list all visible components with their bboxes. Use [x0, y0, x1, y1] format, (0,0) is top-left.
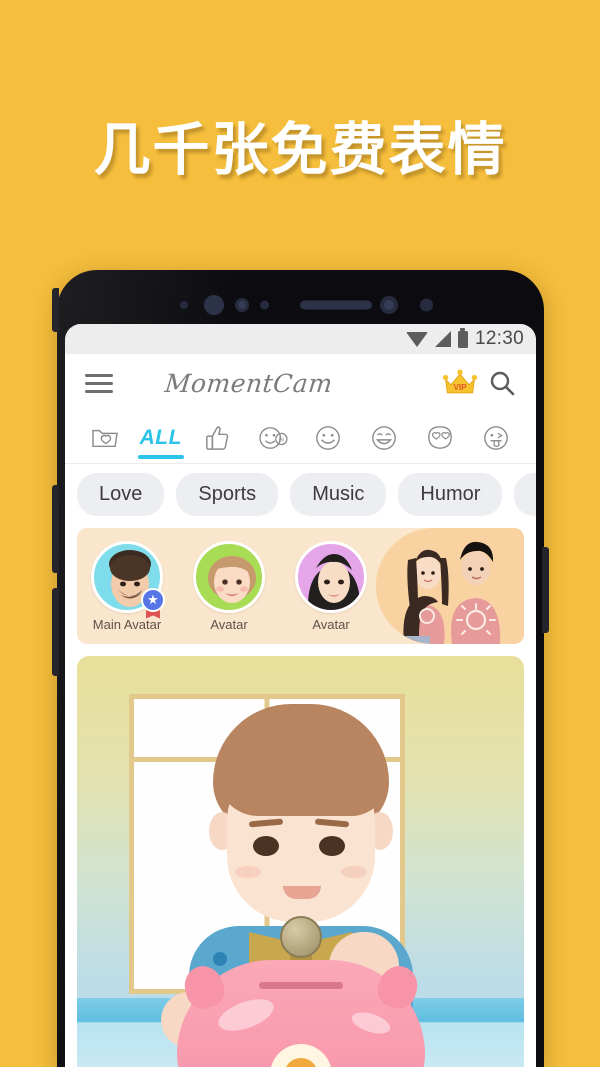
- avatar-label: Avatar: [210, 616, 248, 632]
- eye-left: [252, 836, 279, 856]
- blush-left: [234, 866, 261, 878]
- piggy-bank: [176, 960, 425, 1067]
- piggy-medallion: [269, 1044, 332, 1067]
- thumbs-up-icon: [205, 425, 228, 450]
- eye-right: [318, 836, 345, 856]
- avatar-face: [196, 544, 262, 610]
- volume-up-button[interactable]: [52, 485, 59, 573]
- avatar-third[interactable]: Avatar: [291, 540, 371, 632]
- star-badge-icon: ★: [141, 587, 165, 612]
- avatar-main[interactable]: ★ Main Avatar: [87, 540, 167, 632]
- coin: [279, 916, 322, 958]
- sensor-dot: [180, 301, 188, 309]
- svg-text:Hi: Hi: [278, 437, 283, 443]
- vip-crown-icon[interactable]: VIP: [442, 369, 478, 397]
- tab-heart-eyes-face[interactable]: [412, 412, 468, 463]
- greeting-face-icon: Hi: [258, 426, 288, 449]
- app-header: MomentCam VIP: [65, 354, 536, 412]
- earpiece-speaker: [300, 300, 372, 310]
- search-icon[interactable]: [488, 369, 516, 397]
- laughing-face-icon: [372, 425, 397, 450]
- volume-down-button[interactable]: [52, 588, 59, 676]
- tab-smiling-face[interactable]: [301, 412, 357, 463]
- tab-all-label: ALL: [139, 425, 182, 449]
- phone-screen: 12:30 MomentCam VIP ALL Hi Love Sports M…: [65, 324, 536, 1067]
- avatar-strip: ★ Main Avatar Avatar Avatar: [77, 528, 524, 644]
- avatar-label: Main Avatar: [92, 616, 162, 632]
- hair-bangs: [216, 724, 387, 816]
- chip-romance[interactable]: Rom: [514, 472, 536, 516]
- svg-text:VIP: VIP: [453, 383, 467, 392]
- category-chip-row: Love Sports Music Humor Rom: [65, 464, 536, 524]
- sensor-dot: [238, 301, 246, 309]
- featured-sticker-card[interactable]: [77, 656, 524, 1067]
- front-camera-icon: [204, 295, 224, 315]
- sensor-dot: [384, 300, 394, 310]
- avatar-second[interactable]: Avatar: [189, 540, 269, 632]
- battery-icon: [457, 327, 468, 348]
- avatar-label: Avatar: [312, 616, 350, 632]
- sensor-dot: [420, 298, 433, 312]
- chip-music[interactable]: Music: [290, 472, 387, 516]
- wifi-icon: [405, 331, 428, 347]
- tongue-out-face-icon: [484, 425, 508, 450]
- favorites-folder-icon: [92, 429, 118, 447]
- phone-sensor-array: [57, 292, 544, 318]
- emoji-tab-bar: ALL Hi: [65, 412, 536, 464]
- piggy-coin-slot: [258, 982, 343, 989]
- signal-icon: [434, 331, 451, 347]
- app-logo: MomentCam: [163, 368, 335, 398]
- chip-humor[interactable]: Humor: [398, 472, 503, 516]
- smiling-face-icon: [316, 425, 341, 450]
- blush-right: [340, 866, 367, 878]
- phone-mockup: 12:30 MomentCam VIP ALL Hi Love Sports M…: [52, 270, 549, 1067]
- sensor-dot: [260, 300, 269, 310]
- tab-thumbs-up[interactable]: [189, 412, 245, 463]
- heart-eyes-face-icon: [428, 425, 453, 449]
- avatar-face: [298, 544, 364, 610]
- status-bar-clock: 12:30: [474, 328, 524, 349]
- child-with-piggy-bank-illustration: [151, 686, 451, 1067]
- couple-illustration[interactable]: [376, 528, 524, 644]
- hamburger-menu-icon[interactable]: [85, 373, 113, 393]
- page-title: 几千张免费表情: [93, 117, 507, 183]
- avatar-circle: [193, 540, 265, 613]
- status-bar: 12:30: [65, 324, 536, 354]
- chip-sports[interactable]: Sports: [176, 472, 279, 516]
- tab-greeting-face[interactable]: Hi: [245, 412, 301, 463]
- tab-all[interactable]: ALL: [133, 412, 189, 463]
- tab-favorites[interactable]: [77, 412, 133, 463]
- tab-tongue-out-face[interactable]: [468, 412, 524, 463]
- avatar-circle: [295, 540, 367, 613]
- avatar-circle: ★: [91, 540, 165, 619]
- power-button[interactable]: [542, 547, 549, 633]
- chip-love[interactable]: Love: [77, 472, 165, 516]
- tab-laughing-face[interactable]: [356, 412, 412, 463]
